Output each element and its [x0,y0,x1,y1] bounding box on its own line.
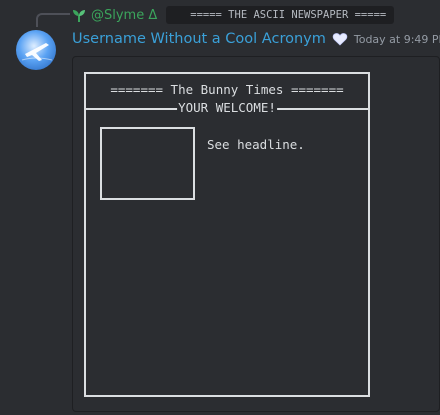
ascii-newspaper: ======= The Bunny Times ======= YOUR WEL… [84,72,370,397]
reply-username[interactable]: @Slyme Δ [91,8,157,23]
heart-icon[interactable] [332,31,348,47]
reply-preview-text[interactable]: ===== THE ASCII NEWSPAPER ===== [166,6,395,24]
tagline-row: YOUR WELCOME! [86,100,368,116]
newspaper-tagline: YOUR WELCOME! [177,100,277,115]
headline-note: See headline. [207,137,305,152]
chat-message: @Slyme Δ ===== THE ASCII NEWSPAPER =====… [0,0,440,415]
airplane-icon [21,43,53,61]
reply-reference[interactable]: @Slyme Δ ===== THE ASCII NEWSPAPER ===== [72,5,395,25]
newspaper-masthead: ======= The Bunny Times ======= [110,82,344,97]
user-avatar[interactable] [16,30,56,70]
message-timestamp: Today at 9:49 PM [353,32,440,46]
message-header: Username Without a Cool Acronym Today at… [72,28,440,50]
reply-connector [36,13,70,27]
username[interactable]: Username Without a Cool Acronym [72,31,326,47]
plant-icon [72,8,86,22]
photo-placeholder [100,127,195,200]
